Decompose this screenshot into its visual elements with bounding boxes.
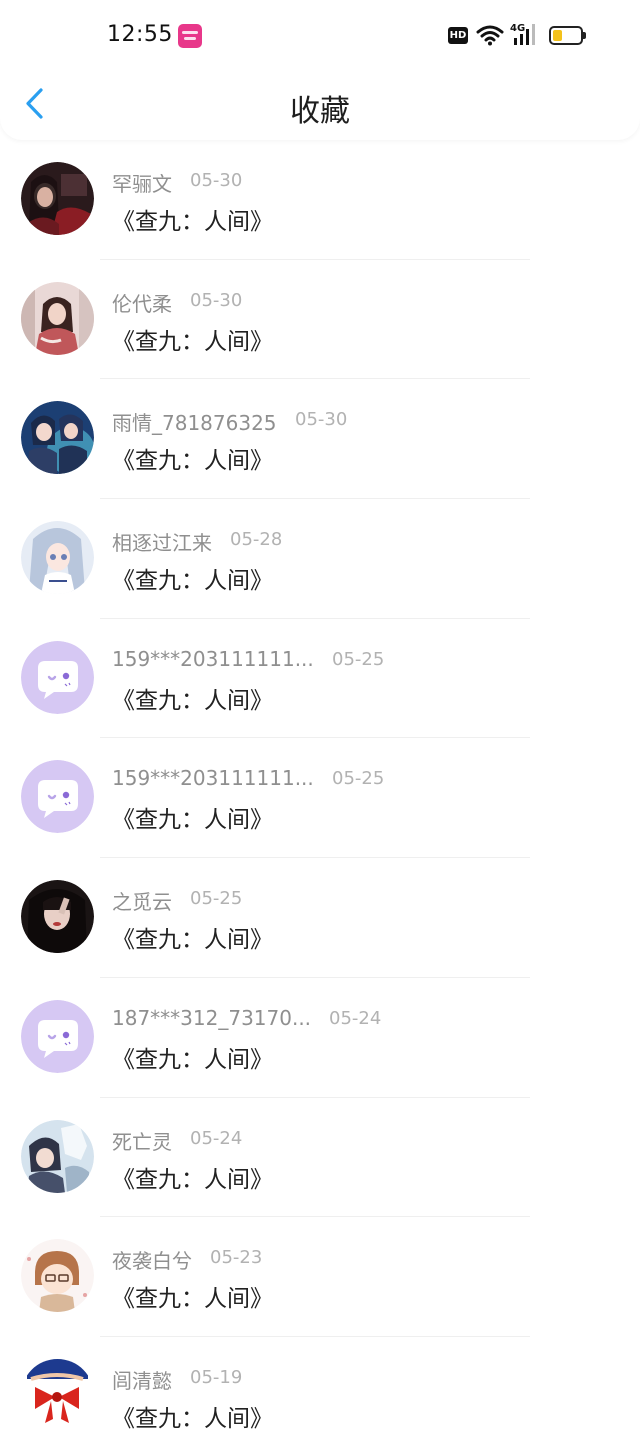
user-name: 相逐过江来 bbox=[112, 531, 212, 556]
date-label: 05-23 bbox=[210, 1247, 263, 1269]
book-title: 《查九：人间》 bbox=[112, 209, 273, 235]
date-label: 05-28 bbox=[230, 529, 283, 551]
user-name: 伦代柔 bbox=[112, 291, 172, 316]
book-title: 《查九：人间》 bbox=[112, 1286, 273, 1313]
book-title: 《查九：人间》 bbox=[112, 1166, 273, 1193]
date-label: 05-25 bbox=[190, 888, 243, 910]
list-item[interactable]: 159***203111111... 05-25 《查九：人间》 bbox=[0, 738, 640, 859]
signal-icon: 4G bbox=[510, 23, 540, 47]
avatar[interactable] bbox=[21, 401, 94, 475]
date-label: 05-25 bbox=[332, 768, 385, 790]
date-label: 05-24 bbox=[329, 1007, 382, 1029]
top-bar: 12:55 HD 4G 收藏 bbox=[0, 0, 640, 140]
status-bar: 12:55 HD 4G bbox=[0, 0, 640, 72]
avatar[interactable] bbox=[21, 1239, 94, 1313]
wifi-icon bbox=[476, 24, 504, 46]
list-item[interactable]: 187***312_73170... 05-24 《查九：人间》 bbox=[0, 978, 640, 1098]
date-label: 05-30 bbox=[190, 170, 243, 191]
user-name: 159***203111111... bbox=[112, 646, 314, 671]
book-title: 《查九：人间》 bbox=[112, 927, 273, 954]
avatar[interactable] bbox=[21, 880, 94, 954]
book-title: 《查九：人间》 bbox=[112, 1046, 273, 1073]
avatar[interactable] bbox=[21, 1119, 94, 1193]
book-title: 《查九：人间》 bbox=[112, 448, 273, 475]
nav-bar: 收藏 bbox=[0, 72, 640, 140]
page-title: 收藏 bbox=[290, 94, 350, 129]
status-time: 12:55 bbox=[107, 22, 173, 47]
user-name: 死亡灵 bbox=[112, 1129, 172, 1154]
list-item[interactable]: 之觅云 05-25 《查九：人间》 bbox=[0, 858, 640, 978]
date-label: 05-19 bbox=[190, 1366, 243, 1388]
list-item[interactable]: 闾清懿 05-19 《查九：人间》 bbox=[0, 1337, 640, 1429]
date-label: 05-25 bbox=[332, 648, 385, 670]
default-avatar-icon[interactable] bbox=[21, 999, 94, 1073]
avatar[interactable] bbox=[21, 1358, 94, 1429]
screen: 12:55 HD 4G 收藏 罕骊文 05-30 《查九：人间》 伦代柔 05-… bbox=[0, 0, 640, 1429]
user-name: 之觅云 bbox=[112, 890, 172, 915]
list-item[interactable]: 罕骊文 05-30 《查九：人间》 bbox=[0, 140, 640, 260]
avatar[interactable] bbox=[21, 162, 94, 235]
avatar[interactable] bbox=[21, 521, 94, 595]
book-title: 《查九：人间》 bbox=[112, 328, 273, 355]
book-title: 《查九：人间》 bbox=[112, 807, 273, 834]
date-label: 05-30 bbox=[190, 289, 243, 311]
list-item[interactable]: 雨情_781876325 05-30 《查九：人间》 bbox=[0, 379, 640, 500]
app-badge-icon bbox=[178, 24, 202, 48]
avatar[interactable] bbox=[21, 281, 94, 355]
book-title: 《查九：人间》 bbox=[112, 1405, 273, 1429]
date-label: 05-30 bbox=[295, 409, 348, 431]
book-title: 《查九：人间》 bbox=[112, 687, 273, 714]
user-name: 闾清懿 bbox=[112, 1368, 172, 1393]
user-name: 夜袭白兮 bbox=[112, 1249, 192, 1274]
user-name: 159***203111111... bbox=[112, 766, 314, 791]
user-name: 187***312_73170... bbox=[112, 1005, 312, 1030]
default-avatar-icon[interactable] bbox=[21, 640, 94, 714]
list-item[interactable]: 相逐过江来 05-28 《查九：人间》 bbox=[0, 499, 640, 619]
user-name: 雨情_781876325 bbox=[112, 411, 277, 436]
battery-level bbox=[553, 30, 562, 41]
user-name: 罕骊文 bbox=[112, 172, 172, 196]
battery-icon bbox=[549, 26, 586, 45]
book-title: 《查九：人间》 bbox=[112, 568, 273, 595]
list-item[interactable]: 死亡灵 05-24 《查九：人间》 bbox=[0, 1098, 640, 1218]
list-item[interactable]: 伦代柔 05-30 《查九：人间》 bbox=[0, 260, 640, 380]
hd-icon: HD bbox=[448, 27, 468, 44]
list-item[interactable]: 夜袭白兮 05-23 《查九：人间》 bbox=[0, 1217, 640, 1337]
list-item[interactable]: 159***203111111... 05-25 《查九：人间》 bbox=[0, 619, 640, 739]
date-label: 05-24 bbox=[190, 1127, 243, 1149]
default-avatar-icon[interactable] bbox=[21, 760, 94, 834]
favorites-list: 罕骊文 05-30 《查九：人间》 伦代柔 05-30 《查九：人间》 雨情_7818763… bbox=[0, 140, 640, 1429]
